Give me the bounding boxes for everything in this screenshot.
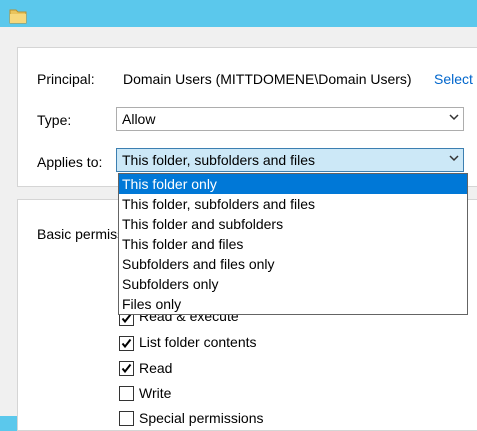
applies-to-dropdown-list: This folder only This folder, subfolders… (118, 173, 468, 315)
applies-to-value: This folder, subfolders and files (122, 152, 315, 168)
checkmark-icon (121, 363, 132, 374)
principal-panel: Principal: Domain Users (MITTDOMENE\Doma… (17, 47, 477, 187)
option-this-folder-and-subfolders[interactable]: This folder and subfolders (119, 214, 467, 234)
type-combobox[interactable]: Allow (116, 107, 464, 131)
chevron-down-icon (449, 155, 459, 162)
chevron-down-icon (449, 114, 459, 121)
principal-value: Domain Users (MITTDOMENE\Domain Users) (123, 71, 412, 87)
select-principal-link[interactable]: Select (434, 71, 473, 87)
write-checkbox[interactable] (119, 386, 134, 401)
option-subfolders-and-files-only[interactable]: Subfolders and files only (119, 254, 467, 274)
list-folder-contents-checkbox[interactable] (119, 336, 134, 351)
type-value: Allow (122, 111, 156, 127)
applies-to-combobox[interactable]: This folder, subfolders and files (116, 148, 464, 172)
folder-icon (9, 9, 27, 24)
principal-label: Principal: (37, 71, 95, 87)
option-this-folder-subfolders-files[interactable]: This folder, subfolders and files (119, 194, 467, 214)
read-checkbox[interactable] (119, 361, 134, 376)
option-this-folder-only[interactable]: This folder only (119, 174, 467, 194)
checkmark-icon (121, 338, 132, 349)
special-permissions-label: Special permissions (139, 410, 264, 426)
type-label: Type: (37, 112, 72, 128)
list-folder-contents-label: List folder contents (139, 334, 257, 350)
special-permissions-checkbox[interactable] (119, 411, 134, 426)
applies-to-label: Applies to: (37, 154, 103, 170)
option-subfolders-only[interactable]: Subfolders only (119, 274, 467, 294)
option-files-only[interactable]: Files only (119, 294, 467, 314)
read-label: Read (139, 360, 173, 376)
option-this-folder-and-files[interactable]: This folder and files (119, 234, 467, 254)
write-label: Write (139, 385, 172, 401)
